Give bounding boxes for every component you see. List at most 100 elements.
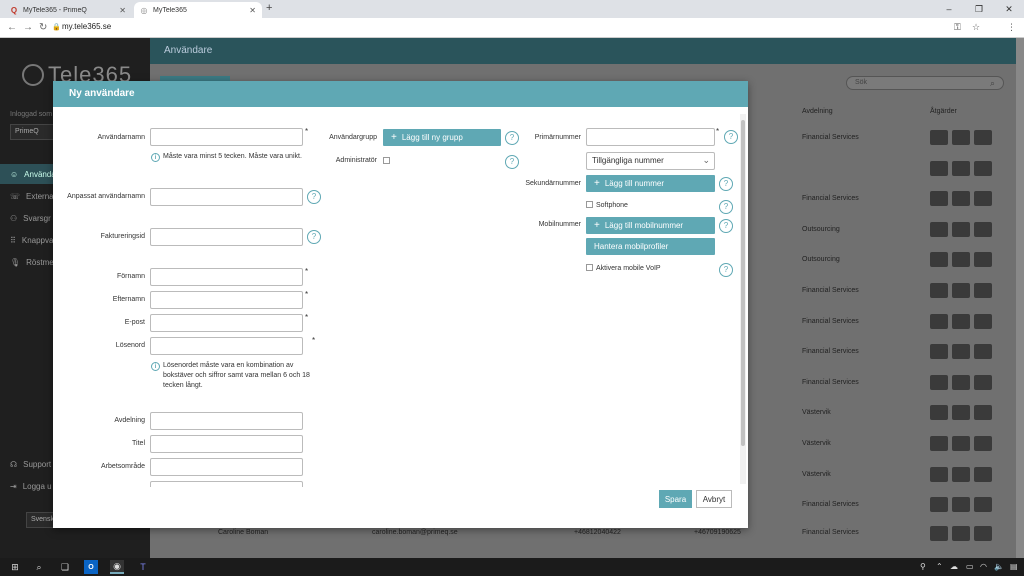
sms-icon[interactable] [930, 344, 948, 360]
help-icon[interactable]: ? [719, 200, 733, 214]
edit-icon[interactable] [974, 252, 992, 268]
billing-id-input[interactable] [150, 228, 303, 246]
mobile-voip-checkbox[interactable] [586, 264, 593, 271]
outlook-icon[interactable]: O [84, 560, 98, 574]
lastname-input[interactable] [150, 291, 303, 309]
reload-icon[interactable]: ↻ [39, 22, 47, 33]
forward-icon[interactable] [952, 436, 970, 451]
sms-icon[interactable] [930, 436, 948, 451]
edit-icon[interactable] [974, 405, 992, 421]
cancel-button[interactable]: Avbryt [696, 490, 732, 508]
next-field-input[interactable] [150, 481, 303, 487]
scrollbar-thumb[interactable] [741, 120, 745, 446]
admin-checkbox[interactable] [383, 157, 390, 164]
minimize-icon[interactable]: – [934, 0, 964, 18]
sms-icon[interactable] [930, 221, 948, 237]
sms-icon[interactable] [930, 283, 948, 298]
sms-icon[interactable] [930, 252, 948, 268]
forward-icon[interactable] [952, 374, 970, 390]
password-input[interactable] [150, 337, 303, 355]
people-icon[interactable]: ⚲ [920, 562, 926, 571]
forward-icon[interactable] [952, 466, 970, 482]
edit-icon[interactable] [974, 497, 992, 513]
add-mobile-button[interactable]: + Lägg till mobilnummer [586, 217, 715, 234]
forward-icon[interactable] [952, 497, 970, 513]
search-icon[interactable]: ⌕ [990, 78, 995, 89]
page-scrollbar[interactable] [1016, 38, 1024, 558]
add-group-button[interactable]: + Lägg till ny grupp [383, 129, 501, 146]
star-icon[interactable]: ☆ [972, 22, 980, 33]
edit-icon[interactable] [974, 374, 992, 390]
forward-icon[interactable] [952, 526, 970, 541]
forward-icon[interactable] [952, 313, 970, 329]
sms-icon[interactable] [930, 526, 948, 541]
chrome-icon[interactable]: ◉ [110, 560, 124, 574]
edit-icon[interactable] [974, 436, 992, 451]
edit-icon[interactable] [974, 526, 992, 541]
add-number-button[interactable]: + Lägg till nummer [586, 175, 715, 192]
edit-icon[interactable] [974, 130, 992, 145]
forward-icon[interactable] [952, 252, 970, 268]
help-icon[interactable]: ? [307, 230, 321, 244]
forward-icon[interactable] [952, 130, 970, 145]
forward-icon[interactable] [952, 283, 970, 298]
user-name-cell[interactable]: Caroline Boman [218, 529, 268, 536]
available-numbers-select[interactable]: Tillgängliga nummer ⌄ [586, 152, 715, 170]
help-icon[interactable]: ? [307, 190, 321, 204]
volume-icon[interactable]: 🔈 [994, 562, 1004, 571]
windows-start-icon[interactable]: ⊞ [8, 560, 22, 574]
teams-icon[interactable]: T [136, 560, 150, 574]
sms-icon[interactable] [930, 130, 948, 145]
softphone-checkbox[interactable] [586, 201, 593, 208]
sms-icon[interactable] [930, 497, 948, 513]
edit-icon[interactable] [974, 283, 992, 298]
forward-icon[interactable] [952, 344, 970, 360]
close-icon[interactable]: ✕ [119, 6, 126, 15]
battery-icon[interactable]: ▭ [966, 562, 974, 571]
edit-icon[interactable] [974, 313, 992, 329]
task-view-icon[interactable]: ❏ [58, 560, 72, 574]
browser-tab-tele365[interactable]: ◎ MyTele365 ✕ [134, 2, 262, 18]
back-icon[interactable]: ← [7, 22, 17, 33]
custom-username-input[interactable] [150, 188, 303, 206]
edit-icon[interactable] [974, 191, 992, 207]
sms-icon[interactable] [930, 160, 948, 176]
window-close-icon[interactable]: ✕ [994, 0, 1024, 18]
edit-icon[interactable] [974, 466, 992, 482]
search-input[interactable]: Sök [846, 76, 1004, 90]
help-icon[interactable]: ? [719, 263, 733, 277]
notification-icon[interactable]: ▤ [1010, 562, 1018, 571]
workarea-input[interactable] [150, 458, 303, 476]
edit-icon[interactable] [974, 221, 992, 237]
restore-icon[interactable]: ❐ [964, 0, 994, 18]
firstname-input[interactable] [150, 268, 303, 286]
forward-icon[interactable] [952, 405, 970, 421]
dialog-scrollbar[interactable] [740, 114, 746, 484]
edit-icon[interactable] [974, 160, 992, 176]
help-icon[interactable]: ? [724, 130, 738, 144]
primary-number-input[interactable] [586, 128, 715, 146]
sms-icon[interactable] [930, 405, 948, 421]
menu-icon[interactable]: ⋮ [1007, 22, 1016, 33]
key-icon[interactable]: ⚿ [954, 22, 961, 33]
close-icon[interactable]: ✕ [249, 6, 256, 15]
mobile-profiles-button[interactable]: Hantera mobilprofiler [586, 238, 715, 255]
sms-icon[interactable] [930, 313, 948, 329]
save-button[interactable]: Spara [659, 490, 692, 508]
help-icon[interactable]: ? [719, 177, 733, 191]
forward-icon[interactable]: → [23, 22, 33, 33]
email-input[interactable] [150, 314, 303, 332]
forward-icon[interactable] [952, 221, 970, 237]
cloud-icon[interactable]: ☁ [950, 562, 958, 571]
url-field[interactable]: my.tele365.se [62, 22, 111, 31]
forward-icon[interactable] [952, 191, 970, 207]
username-input[interactable] [150, 128, 303, 146]
search-icon[interactable]: ⌕ [32, 560, 46, 574]
help-icon[interactable]: ? [719, 219, 733, 233]
new-tab-icon[interactable]: + [266, 2, 272, 14]
sms-icon[interactable] [930, 374, 948, 390]
wifi-icon[interactable]: ◠ [980, 562, 987, 571]
title-input[interactable] [150, 435, 303, 453]
edit-icon[interactable] [974, 344, 992, 360]
department-input[interactable] [150, 412, 303, 430]
